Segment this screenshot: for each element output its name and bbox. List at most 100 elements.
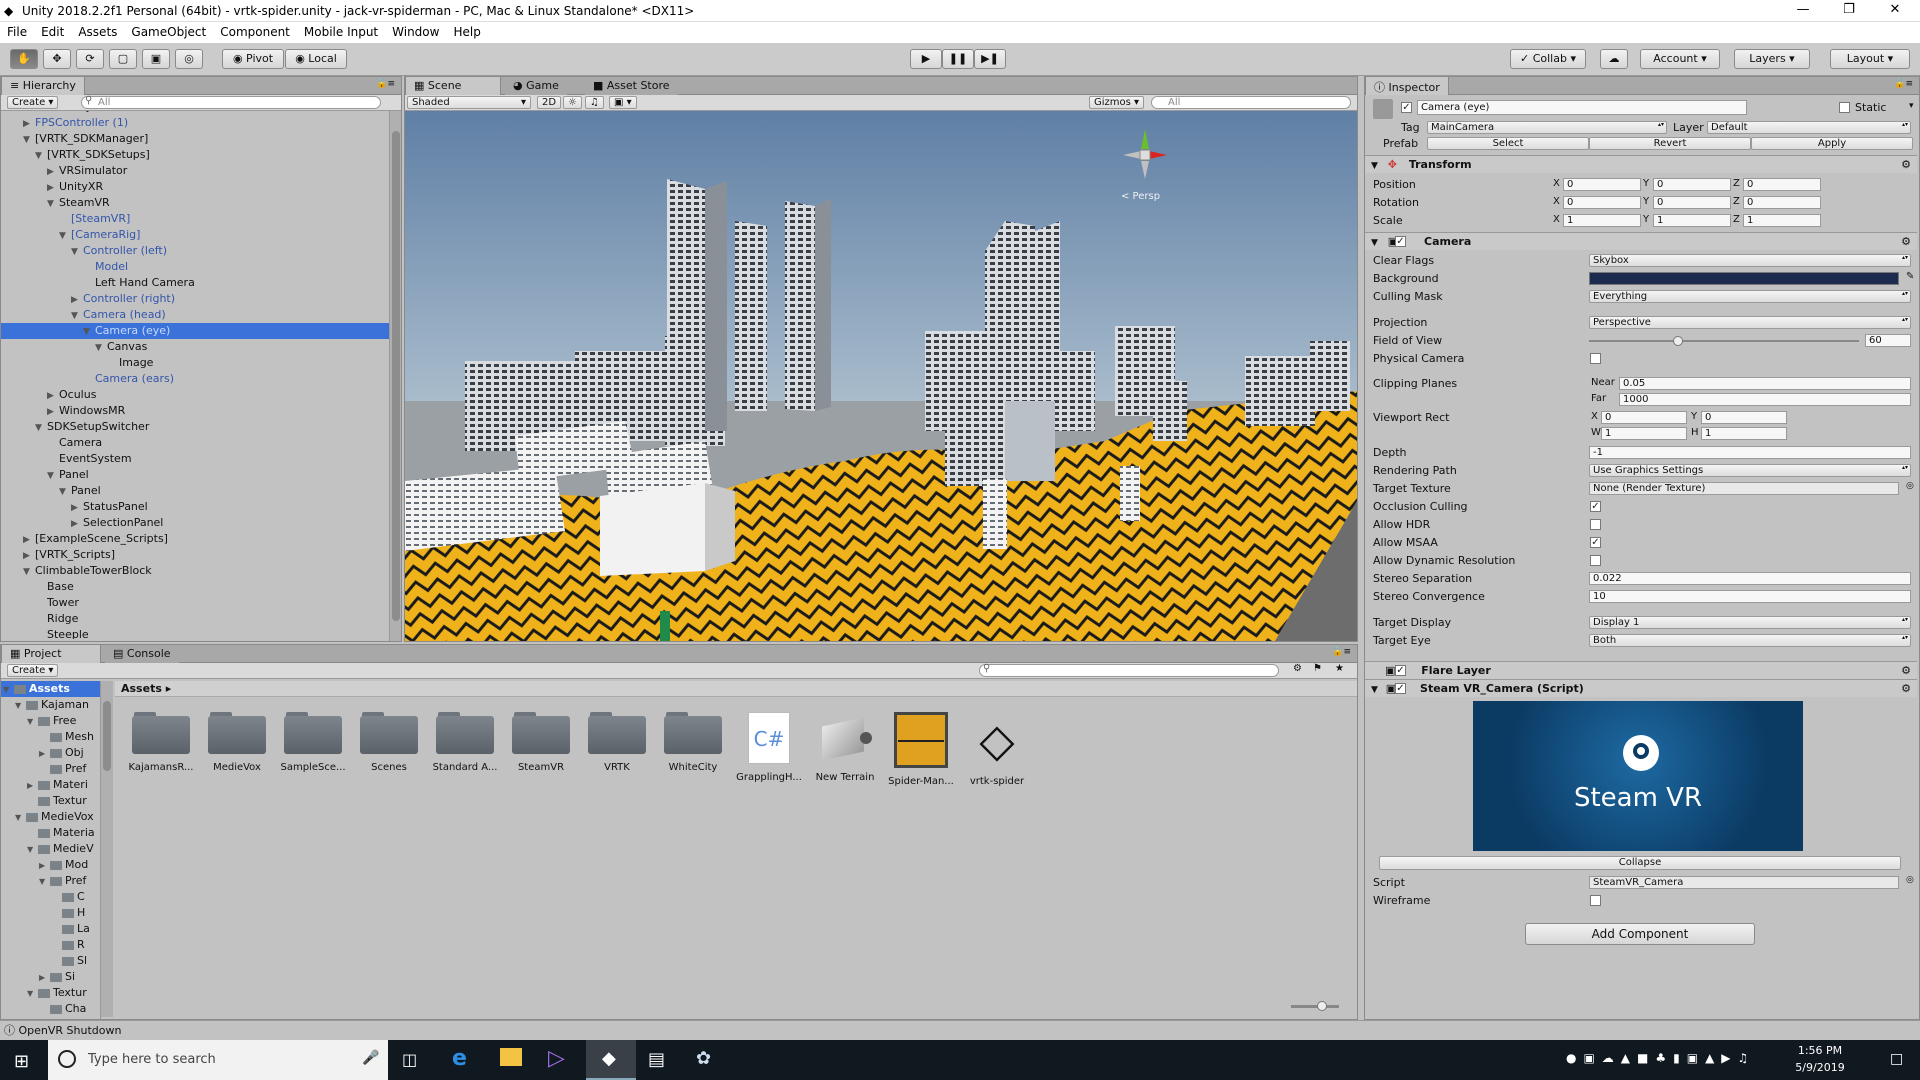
scale-z-field[interactable]: 1 — [1743, 214, 1821, 227]
near-field[interactable]: 0.05 — [1619, 377, 1911, 390]
gizmos-dropdown[interactable]: Gizmos ▾ — [1089, 96, 1145, 109]
menu-gameobject[interactable]: GameObject — [124, 22, 213, 39]
local-toggle[interactable]: ◉ Local — [285, 49, 347, 69]
unity-taskbar-item[interactable]: ◆ — [586, 1040, 636, 1080]
layers-dropdown[interactable]: Layers ▾ — [1734, 49, 1810, 69]
expanded-arrow-icon[interactable]: ▼ — [59, 484, 71, 500]
hierarchy-row[interactable]: ▶ Oculus — [1, 387, 389, 403]
pivot-toggle[interactable]: ◉ Pivot — [222, 49, 284, 69]
project-tree-item[interactable]: Pref — [1, 761, 100, 777]
rotation-y-field[interactable]: 0 — [1653, 196, 1731, 209]
asset-item[interactable]: Scenes — [354, 712, 424, 773]
expanded-arrow-icon[interactable]: ▼ — [15, 810, 26, 826]
collapsed-arrow-icon[interactable]: ▶ — [39, 858, 50, 874]
edge-browser-icon[interactable]: e — [452, 1046, 467, 1071]
hierarchy-scroll-thumb[interactable] — [392, 131, 400, 621]
collab-dropdown[interactable]: ✓ Collab ▾ — [1510, 49, 1586, 69]
inspector-lock-icon[interactable]: 🔒≡ — [1894, 79, 1913, 89]
hierarchy-row[interactable]: [SteamVR] — [1, 211, 389, 227]
rotate-tool-icon[interactable]: ⟳ — [76, 49, 104, 69]
2d-toggle[interactable]: 2D — [537, 96, 562, 109]
system-tray-icons[interactable]: ●▣☁▲■♣▮▣▲▶♫ — [1566, 1051, 1755, 1065]
hierarchy-row[interactable]: Steeple — [1, 627, 389, 639]
expanded-arrow-icon[interactable]: ▼ — [59, 228, 71, 244]
menu-mobile-input[interactable]: Mobile Input — [297, 22, 385, 39]
hierarchy-row[interactable]: Camera — [1, 435, 389, 451]
hierarchy-row[interactable]: Model — [1, 259, 389, 275]
rect-tool-icon[interactable]: ▣ — [142, 49, 170, 69]
windows-start-icon[interactable]: ⊞ — [14, 1051, 29, 1072]
project-tree-item[interactable]: R — [1, 937, 100, 953]
project-tree-scrollbar[interactable] — [101, 681, 113, 1017]
script-field[interactable]: SteamVR_Camera — [1589, 876, 1899, 889]
hierarchy-row[interactable]: ▼ ClimbableTowerBlock — [1, 563, 389, 579]
play-button[interactable]: ▶ — [910, 49, 942, 69]
tab-game[interactable]: ◕ Game — [505, 77, 567, 95]
collapsed-arrow-icon[interactable]: ▶ — [27, 778, 38, 794]
physical-camera-checkbox[interactable] — [1590, 353, 1601, 364]
asset-item[interactable]: WhiteCity — [658, 712, 728, 773]
hierarchy-row[interactable]: ▶ FPSController (1) — [1, 115, 389, 131]
project-tree-item[interactable]: ▼ Kajaman — [1, 697, 100, 713]
tab-inspector[interactable]: ⓘ Inspector — [1365, 77, 1449, 95]
asset-item[interactable]: Standard A... — [430, 712, 500, 773]
favorite-star-icon[interactable]: ★ — [1335, 663, 1344, 674]
camera-enabled-checkbox[interactable]: ✓ — [1395, 236, 1406, 247]
hierarchy-row[interactable]: Image — [1, 355, 389, 371]
collapsed-arrow-icon[interactable]: ▶ — [39, 970, 50, 986]
active-checkbox[interactable]: ✓ — [1401, 102, 1412, 113]
menu-edit[interactable]: Edit — [34, 22, 71, 39]
expanded-arrow-icon[interactable]: ▼ — [47, 468, 59, 484]
expanded-arrow-icon[interactable]: ▼ — [35, 148, 47, 164]
allow-msaa-checkbox[interactable]: ✓ — [1590, 537, 1601, 548]
expanded-arrow-icon[interactable]: ▼ — [3, 682, 14, 698]
audio-icon[interactable]: ♫ — [585, 96, 604, 109]
rotation-x-field[interactable]: 0 — [1563, 196, 1641, 209]
field-of-view-value-field[interactable]: 60 — [1865, 334, 1911, 347]
file-explorer-icon[interactable] — [500, 1048, 522, 1066]
settings-gear-icon[interactable]: ⚙ — [1901, 156, 1911, 174]
asset-item[interactable]: KajamansR... — [126, 712, 196, 773]
icon-size-slider[interactable] — [1291, 1001, 1339, 1011]
depth-field[interactable]: -1 — [1589, 446, 1911, 459]
project-tree-item[interactable]: ▶ Obj — [1, 745, 100, 761]
project-tree-item[interactable]: ▼ Free — [1, 713, 100, 729]
hierarchy-search-input[interactable]: All — [81, 96, 381, 109]
expanded-arrow-icon[interactable]: ▼ — [23, 132, 35, 148]
lighting-icon[interactable]: ☼ — [563, 96, 582, 109]
project-tree-item[interactable]: H — [1, 905, 100, 921]
project-tree-item[interactable]: ▶ Si — [1, 969, 100, 986]
hierarchy-row[interactable]: ▼ SDKSetupSwitcher — [1, 419, 389, 435]
collapsed-arrow-icon[interactable]: ▶ — [23, 548, 35, 564]
icon-size-slider-thumb[interactable] — [1317, 1001, 1327, 1011]
viewport-vh-field[interactable]: 1 — [1701, 427, 1787, 440]
project-breadcrumb[interactable]: Assets ▸ — [115, 681, 1357, 697]
position-x-field[interactable]: 0 — [1563, 178, 1641, 191]
expanded-arrow-icon[interactable]: ▼ — [27, 986, 38, 1002]
expanded-arrow-icon[interactable]: ▼ — [83, 324, 95, 340]
asset-item[interactable]: MedieVox — [202, 712, 272, 773]
hierarchy-row[interactable]: ▶ VRSimulator — [1, 163, 389, 179]
step-button[interactable]: ▶❚ — [974, 49, 1006, 69]
project-tree-item[interactable]: ▼ Assets — [1, 681, 100, 698]
filter-label-icon[interactable]: ⚑ — [1313, 663, 1322, 674]
hierarchy-row[interactable]: ▶ [ExampleScene_Scripts] — [1, 531, 389, 547]
static-checkbox[interactable] — [1839, 102, 1850, 113]
collapsed-arrow-icon[interactable]: ▶ — [71, 292, 83, 308]
project-tree-item[interactable]: Mesh — [1, 729, 100, 745]
viewport-vx-field[interactable]: 0 — [1601, 411, 1687, 424]
expanded-arrow-icon[interactable]: ▼ — [47, 196, 59, 212]
steam-gear-icon[interactable]: ⚙ — [1901, 680, 1911, 698]
collapsed-arrow-icon[interactable]: ▶ — [71, 500, 83, 516]
project-tree-item[interactable]: Materia — [1, 825, 100, 841]
viewport-vy-field[interactable]: 0 — [1701, 411, 1787, 424]
add-component-button[interactable]: Add Component — [1525, 923, 1755, 945]
project-tree-item[interactable]: ▶ Mod — [1, 857, 100, 874]
menu-component[interactable]: Component — [213, 22, 297, 39]
asset-item[interactable]: VRTK — [582, 712, 652, 773]
expanded-arrow-icon[interactable]: ▼ — [27, 842, 38, 858]
hierarchy-row[interactable]: ▼ Panel — [1, 467, 389, 483]
task-view-icon[interactable]: ◫ — [402, 1050, 417, 1069]
notification-icon[interactable]: □ — [1890, 1051, 1903, 1067]
menu-assets[interactable]: Assets — [71, 22, 124, 39]
